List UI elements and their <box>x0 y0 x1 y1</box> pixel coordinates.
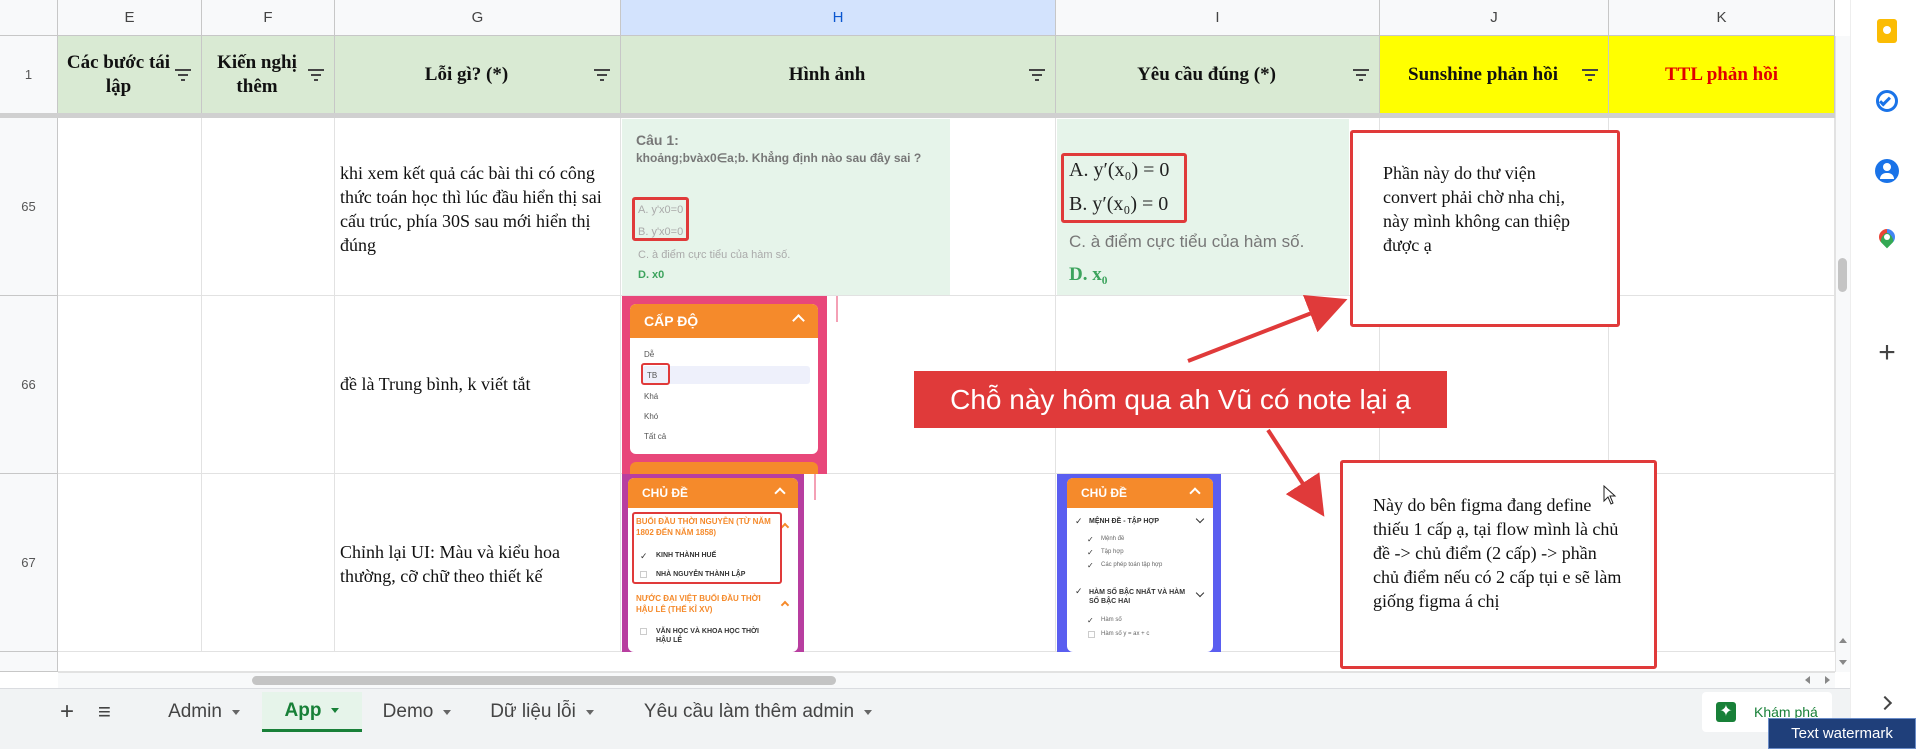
annotation-arrows <box>1187 294 1348 517</box>
scroll-right-arrow-icon[interactable] <box>1825 676 1830 684</box>
spreadsheet-screen: E F G H I J K 1 Các bước tái lập Kiến ng… <box>0 0 1916 749</box>
text-watermark: Text watermark <box>1768 718 1916 749</box>
chevron-down-icon <box>443 709 452 715</box>
arrow-to-bottom-note <box>1266 428 1325 517</box>
contacts-icon[interactable] <box>1874 158 1900 184</box>
scroll-left-arrow-icon[interactable] <box>1805 676 1810 684</box>
chevron-down-icon <box>585 709 594 715</box>
sheet-tab-label: Dữ liệu lỗi <box>490 701 576 722</box>
chevron-down-icon <box>864 709 873 715</box>
arrow-to-top-note <box>1187 294 1348 363</box>
explore-icon: ✦ <box>1716 702 1736 722</box>
maps-icon[interactable] <box>1874 225 1900 254</box>
add-sheet-button[interactable]: + <box>60 692 74 732</box>
sheet-tab-demo[interactable]: Demo <box>368 692 466 732</box>
sheet-tab-admin[interactable]: Admin <box>150 692 258 732</box>
all-sheets-button[interactable]: ≡ <box>98 692 111 732</box>
tasks-icon[interactable] <box>1874 88 1900 114</box>
scroll-up-arrow-icon[interactable] <box>1839 638 1847 643</box>
sheet-tab-label: Admin <box>168 701 222 722</box>
chevron-down-icon <box>331 708 340 713</box>
add-icon[interactable]: + <box>1874 338 1900 368</box>
sheet-tab-label: Yêu cầu làm thêm admin <box>643 701 855 722</box>
chevron-down-icon <box>231 709 240 715</box>
horizontal-scroll-thumb[interactable] <box>252 676 836 685</box>
sheet-tab-label: Demo <box>382 701 434 722</box>
sheet-tab-app[interactable]: App <box>262 692 362 732</box>
sheet-tab-extra-admin[interactable]: Yêu cầu làm thêm admin <box>628 692 888 732</box>
mouse-cursor-icon <box>1603 485 1617 505</box>
vertical-scrollbar[interactable] <box>1835 36 1850 672</box>
sheet-tab-label: App <box>284 699 322 721</box>
scroll-down-arrow-icon[interactable] <box>1839 660 1847 665</box>
sheet-tab-data-error[interactable]: Dữ liệu lỗi <box>472 692 612 732</box>
vertical-scroll-thumb[interactable] <box>1838 258 1847 292</box>
keep-icon[interactable] <box>1874 18 1900 44</box>
